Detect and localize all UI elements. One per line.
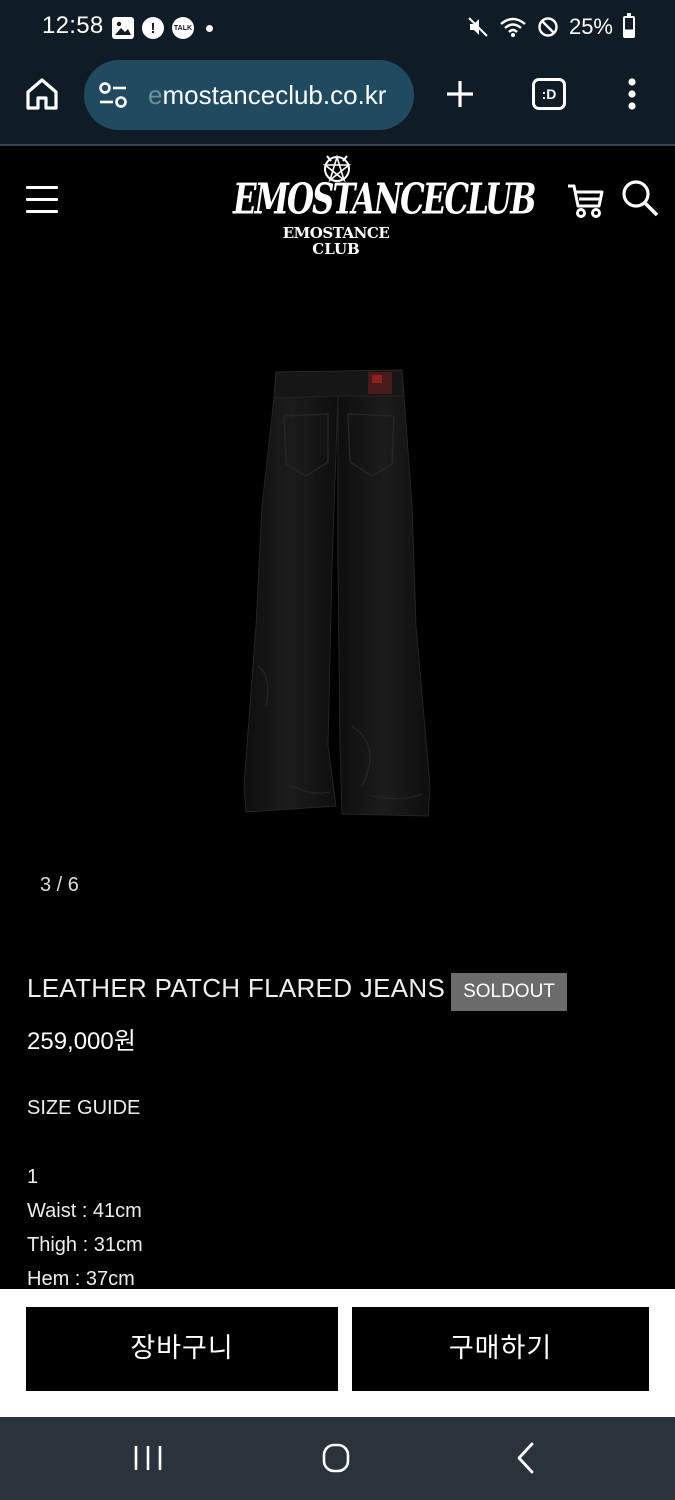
address-bar[interactable]: emostanceclub.co.kr <box>84 60 414 130</box>
size-guide-line: Thigh : 31cm <box>27 1234 143 1256</box>
home-circle-icon[interactable] <box>322 1443 350 1473</box>
back-icon[interactable] <box>514 1441 538 1475</box>
add-to-cart-button[interactable]: 장바구니 <box>26 1307 338 1391</box>
system-nav-bar <box>0 1417 675 1500</box>
do-not-disturb-icon <box>538 17 558 37</box>
plus-icon[interactable] <box>444 78 476 110</box>
hamburger-menu-icon[interactable] <box>26 186 58 214</box>
browser-toolbar: emostanceclub.co.kr :D <box>0 54 675 146</box>
size-guide-title: SIZE GUIDE <box>27 1097 141 1119</box>
cart-icon[interactable] <box>566 180 606 220</box>
recent-apps-icon[interactable] <box>132 1443 164 1473</box>
status-time: 12:58 <box>42 12 104 39</box>
product-name: LEATHER PATCH FLARED JEANS <box>27 973 446 1003</box>
size-guide-line: Waist : 41cm <box>27 1200 142 1222</box>
notification-icons: ! TALK <box>112 16 213 40</box>
url-domain: mostanceclub.co.kr <box>162 80 387 110</box>
site-settings-icon[interactable] <box>98 81 128 109</box>
site-logo[interactable]: EMOSTANCECLUB EMOSTANCE CLUB <box>233 152 536 258</box>
home-icon[interactable] <box>24 76 60 112</box>
url-prefix: e <box>148 80 163 110</box>
product-image[interactable] <box>232 366 442 826</box>
size-guide-line: 1 <box>27 1166 39 1188</box>
status-badge: SOLDOUT <box>451 973 567 1011</box>
system-icons: 25% <box>467 12 635 42</box>
product-gallery[interactable] <box>0 256 675 856</box>
slide-counter: 3 / 6 <box>40 874 79 896</box>
wifi-icon <box>500 17 526 37</box>
url-text[interactable]: emostanceclub.co.kr <box>148 60 406 130</box>
browser-chrome: 12:58 ! TALK 25% emostanceclub.co.kr:D <box>0 0 675 146</box>
mute-icon <box>468 17 488 37</box>
dot-icon <box>206 24 213 32</box>
product-price: 259,000원 <box>27 1028 136 1055</box>
logo-wordmark: EMOSTANCECLUB <box>233 175 536 225</box>
search-icon[interactable] <box>620 178 660 218</box>
action-bar: 장바구니 구매하기 <box>0 1289 675 1417</box>
tabs-icon[interactable]: :D <box>532 78 566 110</box>
buy-now-button[interactable]: 구매하기 <box>352 1307 649 1391</box>
battery-percent: 25% <box>568 14 613 39</box>
battery-icon <box>623 13 635 38</box>
size-guide-list: 1 Waist : 41cm Thigh : 31cm Hem : 37cm <box>27 1164 427 1300</box>
alert-icon: ! <box>142 17 164 39</box>
gallery-icon <box>112 17 134 39</box>
status-bar: 12:58 ! TALK 25% <box>0 0 675 54</box>
site-header: EMOSTANCECLUB EMOSTANCE CLUB <box>0 146 675 258</box>
more-vert-icon[interactable] <box>620 76 644 112</box>
kakaotalk-icon: TALK <box>172 17 194 39</box>
